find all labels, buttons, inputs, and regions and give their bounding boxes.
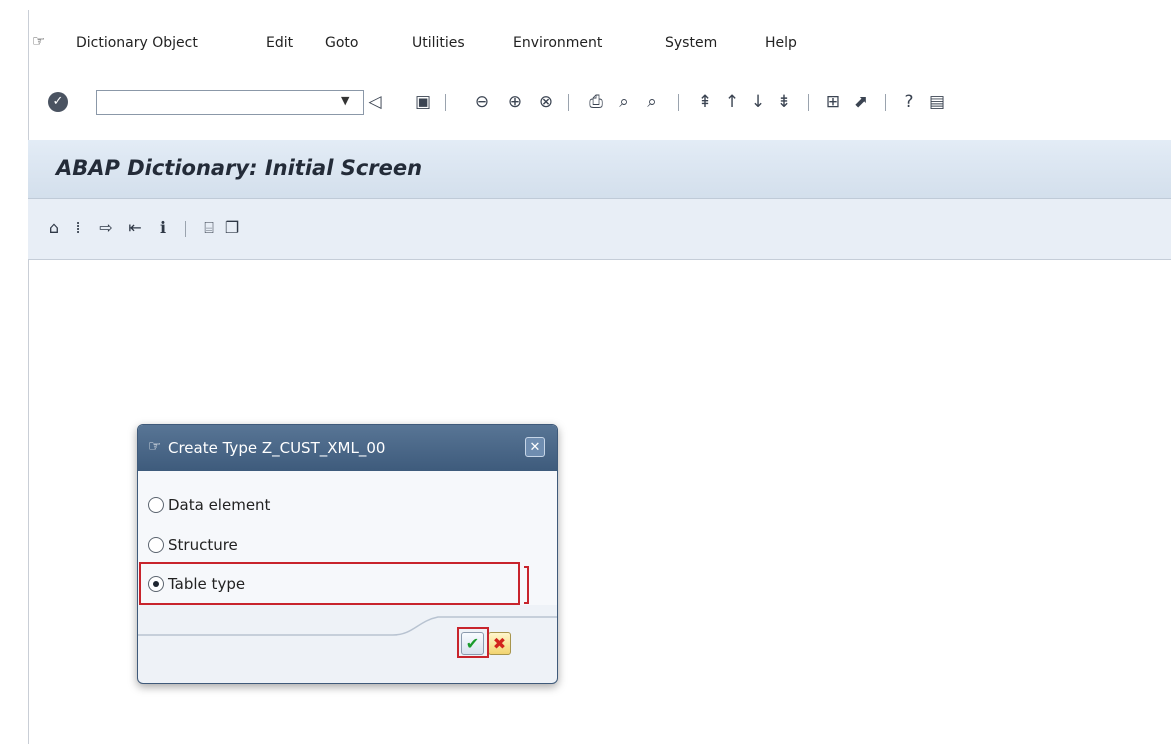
where-used-icon[interactable]: ⁞	[68, 218, 88, 238]
check-icon[interactable]: ⇤	[125, 218, 145, 238]
last-page-icon[interactable]: ⇟	[773, 91, 795, 113]
standard-toolbar: ✓ ▼ ◁ ▣ ⊖ ⊕ ⊗ ⎙ ⌕ ⌕ ⇞ ↑ ↓ ⇟ ⊞ ⬈ ? ▤	[0, 84, 1171, 118]
ok-button-highlight	[457, 627, 489, 658]
chevron-down-icon[interactable]: ▼	[341, 94, 349, 107]
window-left-border	[28, 10, 29, 744]
cancel-icon[interactable]: ⊗	[535, 91, 557, 113]
radio-label: Data element	[168, 496, 271, 514]
cancel-x-icon[interactable]: ✖	[488, 632, 511, 655]
delete-icon[interactable]: ⌸	[199, 218, 219, 238]
page-title: ABAP Dictionary: Initial Screen	[56, 156, 423, 180]
menu-goto[interactable]: Goto	[325, 35, 358, 51]
command-field[interactable]	[96, 90, 364, 115]
enter-icon[interactable]: ✓	[48, 92, 68, 112]
save-icon[interactable]: ▣	[412, 91, 434, 113]
table-type-highlight	[139, 562, 520, 605]
menu-utilities[interactable]: Utilities	[412, 35, 465, 51]
toolbar-separator	[678, 94, 679, 111]
menu-system[interactable]: System	[665, 35, 717, 51]
create-session-icon[interactable]: ⊞	[822, 91, 844, 113]
find-icon[interactable]: ⌕	[613, 91, 635, 113]
find-next-icon[interactable]: ⌕	[641, 91, 663, 113]
toolbar-separator	[568, 94, 569, 111]
highlight-bracket	[524, 566, 529, 604]
copy-icon[interactable]: ❐	[222, 218, 242, 238]
shortcut-icon[interactable]: ⬈	[850, 91, 872, 113]
other-object-icon[interactable]: ⇨	[96, 218, 116, 238]
dialog-title: Create Type Z_CUST_XML_00	[168, 439, 386, 457]
next-page-icon[interactable]: ↓	[747, 91, 769, 113]
menu-edit[interactable]: Edit	[266, 35, 293, 51]
back-triangle-icon[interactable]: ◁	[364, 91, 386, 113]
menu-help[interactable]: Help	[765, 35, 797, 51]
toolbar-separator	[445, 94, 446, 111]
menu-dictionary-object[interactable]: Dictionary Object	[76, 35, 198, 51]
menu-bar: ☞ Dictionary Object Edit Goto Utilities …	[0, 28, 1171, 56]
display-object-list-icon[interactable]: ⌂	[44, 218, 64, 238]
toolbar-separator	[885, 94, 886, 111]
close-icon[interactable]: ✕	[525, 437, 545, 457]
help-icon[interactable]: ?	[898, 91, 920, 113]
exit-icon[interactable]: ⊕	[504, 91, 526, 113]
previous-page-icon[interactable]: ↑	[721, 91, 743, 113]
create-type-dialog: ☞ Create Type Z_CUST_XML_00 ✕ Data eleme…	[137, 424, 558, 684]
toolbar-separator	[185, 221, 186, 237]
print-icon[interactable]: ⎙	[585, 91, 607, 113]
menu-environment[interactable]: Environment	[513, 35, 602, 51]
first-page-icon[interactable]: ⇞	[694, 91, 716, 113]
radio-button[interactable]	[148, 537, 164, 553]
information-icon[interactable]: ℹ	[153, 218, 173, 238]
radio-data-element[interactable]: Data element	[148, 494, 270, 516]
radio-button[interactable]	[148, 497, 164, 513]
radio-label: Structure	[168, 536, 238, 554]
menu-options-icon[interactable]: ☞	[148, 437, 161, 455]
toolbar-separator	[808, 94, 809, 111]
back-icon[interactable]: ⊖	[471, 91, 493, 113]
customize-layout-icon[interactable]: ▤	[926, 91, 948, 113]
radio-structure[interactable]: Structure	[148, 534, 238, 556]
menu-options-icon[interactable]: ☞	[32, 32, 45, 50]
dialog-header: ☞ Create Type Z_CUST_XML_00 ✕	[138, 425, 557, 471]
